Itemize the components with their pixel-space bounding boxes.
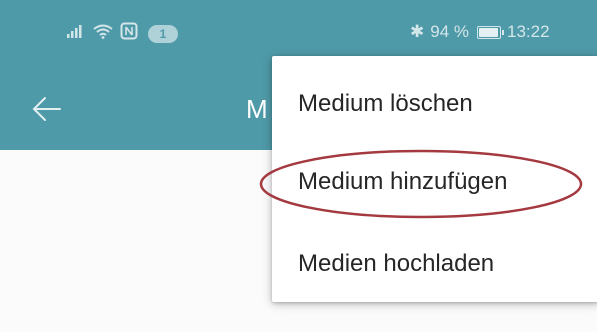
battery-level-fill	[479, 27, 498, 37]
battery-icon	[477, 25, 504, 39]
menu-item-label: Medium hinzufügen	[298, 168, 508, 195]
menu-item-label: Medium löschen	[298, 90, 473, 117]
battery-percent: 94 %	[430, 22, 469, 41]
menu-item-delete-medium[interactable]: Medium löschen	[272, 64, 597, 144]
wifi-icon	[92, 23, 114, 44]
signal-icon	[66, 23, 86, 44]
overflow-menu: Medium löschen Medium hinzufügen Medien …	[272, 56, 597, 302]
notification-badge: 1	[148, 24, 178, 43]
bluetooth-icon: ✱	[410, 22, 425, 41]
menu-item-add-medium[interactable]: Medium hinzufügen	[272, 142, 597, 222]
status-right-group: ✱ 94 % 13:22	[410, 22, 550, 42]
menu-item-label: Medien hochladen	[298, 250, 495, 277]
menu-item-upload-media[interactable]: Medien hochladen	[272, 224, 597, 304]
clock: 13:22	[507, 22, 550, 41]
app-title: M	[246, 94, 268, 124]
app-screen: 1 ✱ 94 % 13:22 M Medium löschen Medium h…	[0, 0, 597, 332]
status-left-group: 1	[66, 22, 178, 45]
back-arrow-icon[interactable]	[30, 92, 64, 126]
nfc-icon	[120, 22, 138, 45]
